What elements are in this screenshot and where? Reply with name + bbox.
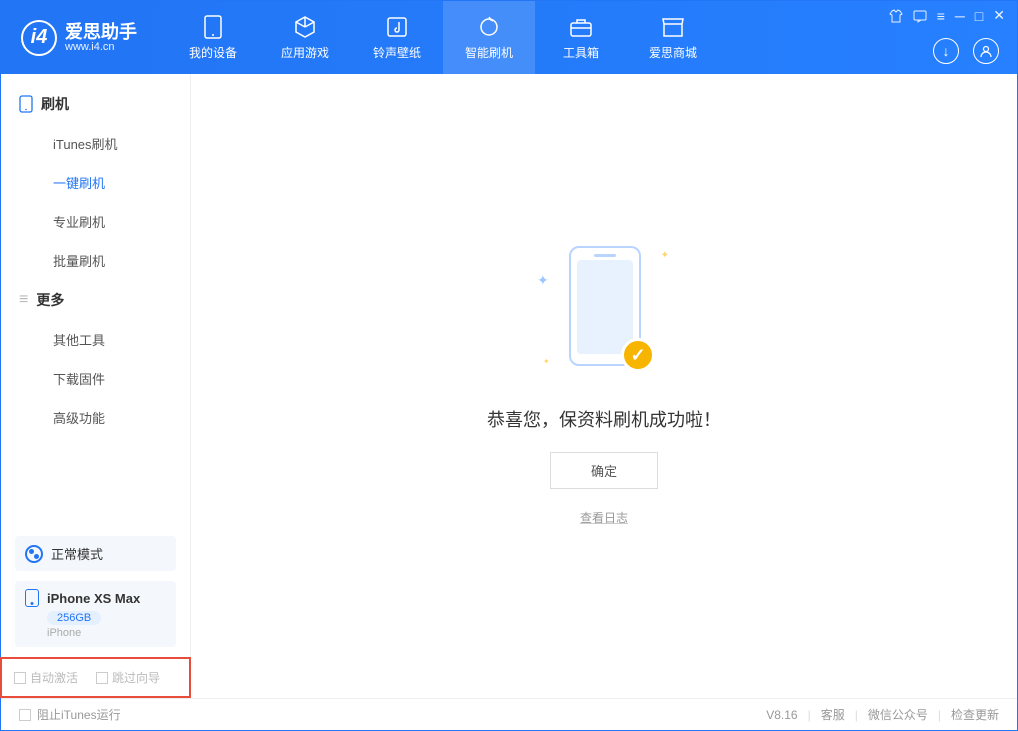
account-button[interactable] (973, 38, 999, 64)
app-name: 爱思助手 (65, 23, 137, 41)
header-action-buttons: ↓ (933, 38, 999, 64)
app-body: 刷机 iTunes刷机 一键刷机 专业刷机 批量刷机 ≡ 更多 其他工具 下载固… (1, 74, 1017, 698)
sidebar-group-more: ≡ 更多 (1, 280, 190, 320)
nav-store[interactable]: 爱思商城 (627, 1, 719, 74)
device-icon (204, 14, 222, 40)
checkbox-label: 阻止iTunes运行 (37, 706, 121, 723)
sparkle-icon: ✦ (537, 272, 549, 289)
sidebar-item-other-tools[interactable]: 其他工具 (1, 320, 190, 359)
device-name: iPhone XS Max (47, 591, 140, 606)
sidebar-scroll: 刷机 iTunes刷机 一键刷机 专业刷机 批量刷机 ≡ 更多 其他工具 下载固… (1, 74, 190, 526)
checkbox-label: 自动激活 (30, 669, 78, 686)
sidebar-item-advanced[interactable]: 高级功能 (1, 398, 190, 437)
list-icon: ≡ (19, 291, 28, 309)
window-controls: ≡ ─ □ ✕ (889, 7, 1005, 24)
footer-link-wechat[interactable]: 微信公众号 (868, 706, 928, 723)
success-illustration: ✦ ✦ ✦ ✓ (549, 246, 659, 386)
footer-right: V8.16 | 客服 | 微信公众号 | 检查更新 (766, 706, 999, 723)
checkmark-badge-icon: ✓ (621, 338, 655, 372)
device-info-box[interactable]: iPhone XS Max 256GB iPhone (15, 581, 176, 647)
nav-label: 工具箱 (563, 44, 599, 61)
checkbox-box-icon (96, 672, 108, 684)
logo-icon: i4 (21, 20, 57, 56)
sparkle-icon: ✦ (661, 250, 669, 261)
phone-small-icon (19, 95, 33, 113)
nav-tabs: 我的设备 应用游戏 铃声壁纸 智能刷机 工具箱 爱思商城 (167, 1, 719, 74)
sidebar-group-title: 更多 (36, 290, 64, 310)
app-logo: i4 爱思助手 www.i4.cn (21, 20, 137, 56)
cube-icon (293, 14, 317, 40)
sparkle-icon: ✦ (543, 357, 550, 366)
nav-my-device[interactable]: 我的设备 (167, 1, 259, 74)
device-section: 正常模式 iPhone XS Max 256GB iPhone (1, 526, 190, 657)
checkbox-block-itunes[interactable]: 阻止iTunes运行 (19, 706, 121, 723)
device-type: iPhone (47, 627, 166, 639)
nav-apps-games[interactable]: 应用游戏 (259, 1, 351, 74)
ok-button[interactable]: 确定 (550, 452, 658, 489)
nav-ringtone-wallpaper[interactable]: 铃声壁纸 (351, 1, 443, 74)
sidebar-item-itunes-flash[interactable]: iTunes刷机 (1, 124, 190, 163)
nav-label: 铃声壁纸 (373, 44, 421, 61)
nav-label: 智能刷机 (465, 44, 513, 61)
success-message: 恭喜您，保资料刷机成功啦！ (487, 406, 721, 432)
sidebar-group-flash: 刷机 (1, 84, 190, 124)
app-window: i4 爱思助手 www.i4.cn 我的设备 应用游戏 铃声壁纸 智能刷机 (0, 0, 1018, 731)
footer-link-check-update[interactable]: 检查更新 (951, 706, 999, 723)
sidebar: 刷机 iTunes刷机 一键刷机 专业刷机 批量刷机 ≡ 更多 其他工具 下载固… (1, 74, 191, 698)
separator: | (938, 708, 941, 722)
main-content: ✦ ✦ ✦ ✓ 恭喜您，保资料刷机成功啦！ 确定 查看日志 (191, 74, 1017, 698)
status-bar: 阻止iTunes运行 V8.16 | 客服 | 微信公众号 | 检查更新 (1, 698, 1017, 730)
sidebar-item-download-firmware[interactable]: 下载固件 (1, 359, 190, 398)
version-label: V8.16 (766, 708, 797, 722)
view-log-link[interactable]: 查看日志 (580, 509, 628, 526)
nav-label: 我的设备 (189, 44, 237, 61)
logo-text: 爱思助手 www.i4.cn (65, 23, 137, 53)
checkbox-box-icon (19, 709, 31, 721)
shirt-icon[interactable] (889, 9, 903, 23)
sidebar-item-pro-flash[interactable]: 专业刷机 (1, 202, 190, 241)
checkbox-box-icon (14, 672, 26, 684)
close-icon[interactable]: ✕ (993, 7, 1005, 24)
checkbox-skip-guide[interactable]: 跳过向导 (96, 669, 160, 686)
phone-screen-icon (577, 260, 633, 354)
app-site: www.i4.cn (65, 41, 137, 53)
title-bar: i4 爱思助手 www.i4.cn 我的设备 应用游戏 铃声壁纸 智能刷机 (1, 1, 1017, 74)
nav-smart-flash[interactable]: 智能刷机 (443, 1, 535, 74)
feedback-icon[interactable] (913, 9, 927, 23)
refresh-icon (477, 14, 501, 40)
checkbox-label: 跳过向导 (112, 669, 160, 686)
maximize-icon[interactable]: □ (975, 8, 983, 24)
sidebar-item-batch-flash[interactable]: 批量刷机 (1, 241, 190, 280)
sidebar-item-oneclick-flash[interactable]: 一键刷机 (1, 163, 190, 202)
device-mode-box[interactable]: 正常模式 (15, 536, 176, 571)
nav-label: 应用游戏 (281, 44, 329, 61)
music-icon (386, 14, 408, 40)
shop-icon (661, 14, 685, 40)
flash-options-row: 自动激活 跳过向导 (0, 657, 191, 698)
device-mode-label: 正常模式 (51, 544, 103, 563)
sidebar-group-title: 刷机 (41, 94, 69, 114)
checkbox-auto-activate[interactable]: 自动激活 (14, 669, 78, 686)
minimize-icon[interactable]: ─ (955, 8, 965, 24)
device-storage-badge: 256GB (47, 611, 101, 625)
phone-icon (25, 589, 39, 607)
footer-link-support[interactable]: 客服 (821, 706, 845, 723)
toolbox-icon (569, 14, 593, 40)
menu-icon[interactable]: ≡ (937, 8, 945, 24)
download-button[interactable]: ↓ (933, 38, 959, 64)
nav-toolbox[interactable]: 工具箱 (535, 1, 627, 74)
nav-label: 爱思商城 (649, 44, 697, 61)
separator: | (855, 708, 858, 722)
separator: | (808, 708, 811, 722)
mode-icon (25, 545, 43, 563)
